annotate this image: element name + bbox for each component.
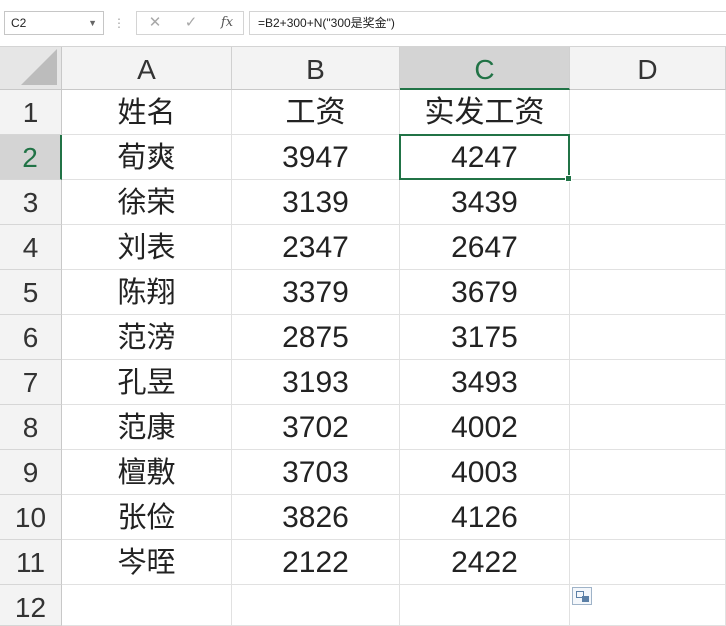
cell-d12[interactable]: [570, 585, 726, 626]
row-header-11[interactable]: 11: [0, 540, 62, 585]
name-box[interactable]: C2 ▼: [4, 11, 104, 35]
cell-a10[interactable]: 张俭: [62, 495, 232, 540]
row-header-4[interactable]: 4: [0, 225, 62, 270]
cell-d6[interactable]: [570, 315, 726, 360]
cell-b2[interactable]: 3947: [232, 135, 400, 180]
cell-c9[interactable]: 4003: [400, 450, 570, 495]
cell-b5[interactable]: 3379: [232, 270, 400, 315]
column-header-d[interactable]: D: [570, 47, 726, 90]
column-header-c[interactable]: C: [400, 47, 570, 90]
row-header-5[interactable]: 5: [0, 270, 62, 315]
grip-icon: ⋮: [113, 16, 125, 30]
cell-a2[interactable]: 荀爽: [62, 135, 232, 180]
cell-c12[interactable]: [400, 585, 570, 626]
column-header-b[interactable]: B: [232, 47, 400, 90]
cell-d5[interactable]: [570, 270, 726, 315]
cell-b3[interactable]: 3139: [232, 180, 400, 225]
row-header-10[interactable]: 10: [0, 495, 62, 540]
cell-c3[interactable]: 3439: [400, 180, 570, 225]
cell-b10[interactable]: 3826: [232, 495, 400, 540]
cell-a11[interactable]: 岑晊: [62, 540, 232, 585]
cell-a6[interactable]: 范滂: [62, 315, 232, 360]
cell-d11[interactable]: [570, 540, 726, 585]
cell-a1[interactable]: 姓名: [62, 90, 232, 135]
fill-handle[interactable]: [565, 175, 572, 182]
cell-b8[interactable]: 3702: [232, 405, 400, 450]
cell-a5[interactable]: 陈翔: [62, 270, 232, 315]
cancel-icon[interactable]: ✕: [143, 12, 167, 34]
column-header-a[interactable]: A: [62, 47, 232, 90]
insert-function-icon[interactable]: fx: [215, 12, 239, 34]
cell-b11[interactable]: 2122: [232, 540, 400, 585]
cell-d10[interactable]: [570, 495, 726, 540]
cell-b7[interactable]: 3193: [232, 360, 400, 405]
cell-c5[interactable]: 3679: [400, 270, 570, 315]
cell-a4[interactable]: 刘表: [62, 225, 232, 270]
spreadsheet-grid: A B C D 1 姓名 工资 实发工资 2 荀爽 3947 4247 3 徐荣 3139 3439 4 刘表 23…: [0, 47, 726, 626]
cell-d4[interactable]: [570, 225, 726, 270]
formula-input[interactable]: =B2+300+N("300是奖金"): [249, 11, 726, 35]
cell-b6[interactable]: 2875: [232, 315, 400, 360]
row-header-9[interactable]: 9: [0, 450, 62, 495]
row-header-8[interactable]: 8: [0, 405, 62, 450]
cell-c6[interactable]: 3175: [400, 315, 570, 360]
name-box-value: C2: [11, 16, 27, 30]
formula-buttons: ✕ ✓ fx: [136, 11, 244, 35]
row-header-6[interactable]: 6: [0, 315, 62, 360]
cell-a3[interactable]: 徐荣: [62, 180, 232, 225]
chevron-down-icon[interactable]: ▼: [88, 12, 97, 34]
select-all-button[interactable]: [0, 47, 62, 90]
select-all-icon: [21, 49, 57, 85]
cell-c10[interactable]: 4126: [400, 495, 570, 540]
cell-c7[interactable]: 3493: [400, 360, 570, 405]
row-header-2[interactable]: 2: [0, 135, 62, 180]
cell-c1[interactable]: 实发工资: [400, 90, 570, 135]
cell-d1[interactable]: [570, 90, 726, 135]
cell-c11[interactable]: 2422: [400, 540, 570, 585]
cell-b12[interactable]: [232, 585, 400, 626]
cell-b9[interactable]: 3703: [232, 450, 400, 495]
cell-d9[interactable]: [570, 450, 726, 495]
cell-c4[interactable]: 2647: [400, 225, 570, 270]
row-header-7[interactable]: 7: [0, 360, 62, 405]
cell-d2[interactable]: [570, 135, 726, 180]
cell-b1[interactable]: 工资: [232, 90, 400, 135]
row-header-12[interactable]: 12: [0, 585, 62, 626]
cell-d8[interactable]: [570, 405, 726, 450]
enter-icon[interactable]: ✓: [179, 12, 203, 34]
cell-d3[interactable]: [570, 180, 726, 225]
row-header-1[interactable]: 1: [0, 90, 62, 135]
row-header-3[interactable]: 3: [0, 180, 62, 225]
cell-c8[interactable]: 4002: [400, 405, 570, 450]
cell-a8[interactable]: 范康: [62, 405, 232, 450]
quick-analysis-icon[interactable]: [572, 587, 592, 605]
cell-d7[interactable]: [570, 360, 726, 405]
cell-a7[interactable]: 孔昱: [62, 360, 232, 405]
formula-bar: C2 ▼ ⋮ ✕ ✓ fx =B2+300+N("300是奖金"): [0, 0, 726, 46]
cell-a12[interactable]: [62, 585, 232, 626]
active-cell-border: [399, 134, 570, 180]
cell-a9[interactable]: 檀敷: [62, 450, 232, 495]
cell-b4[interactable]: 2347: [232, 225, 400, 270]
